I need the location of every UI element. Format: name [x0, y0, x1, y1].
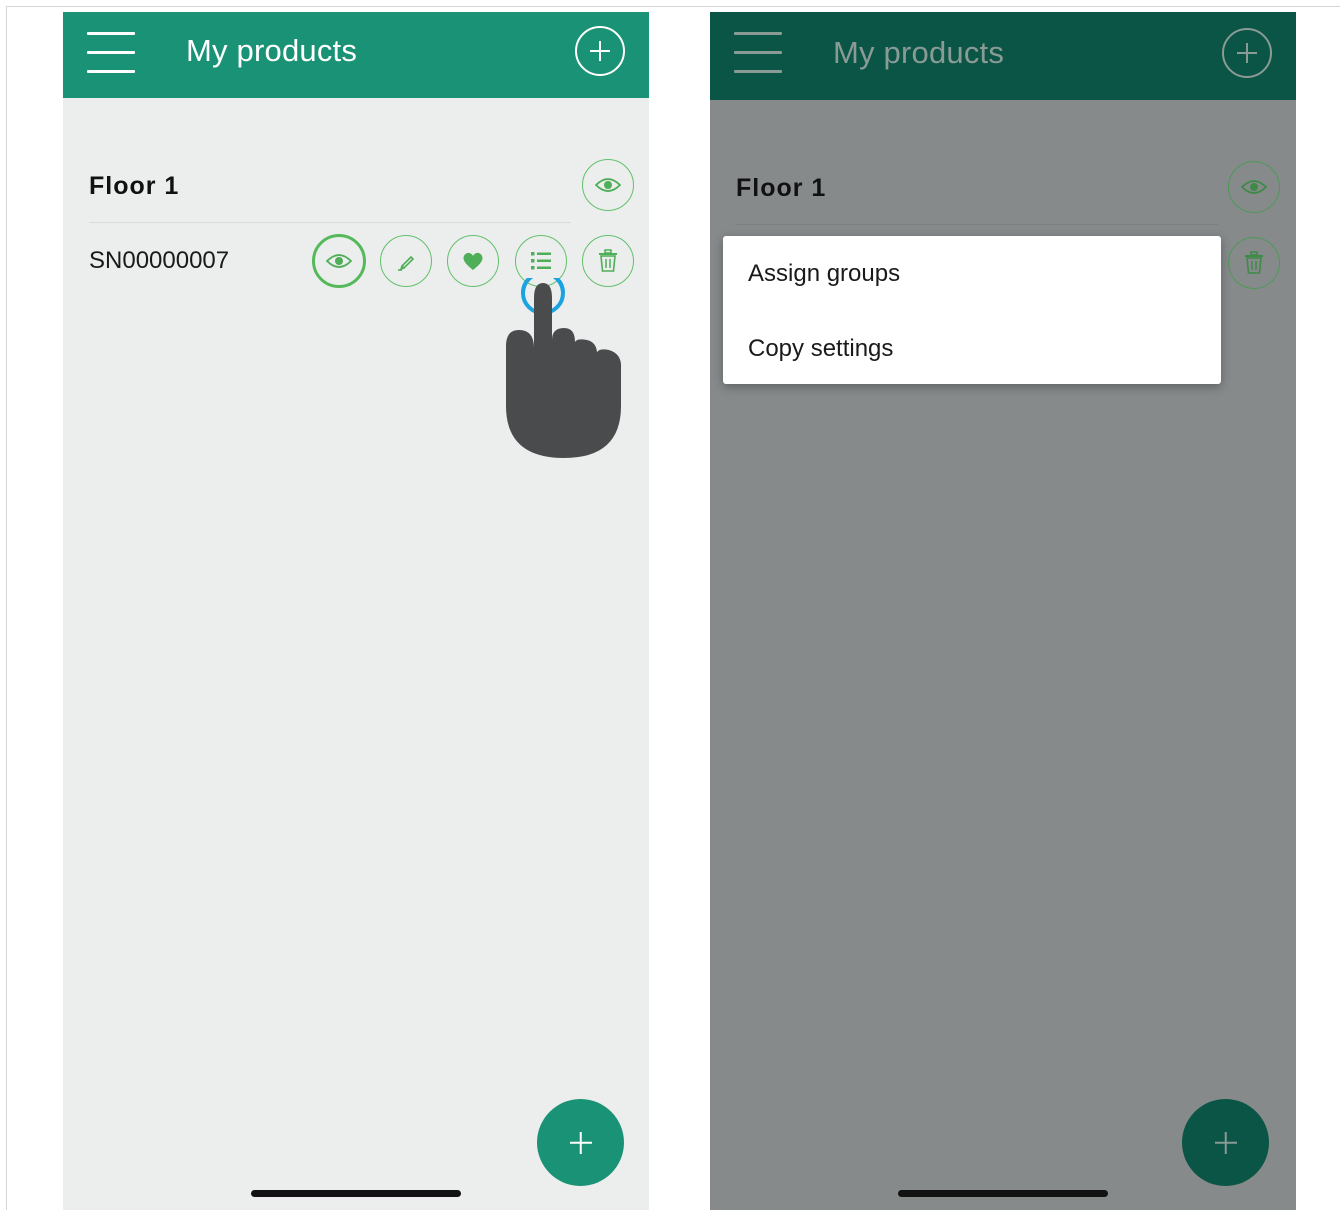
- group-name: Floor 1: [736, 174, 827, 202]
- home-indicator: [251, 1190, 461, 1197]
- product-view-button[interactable]: [312, 234, 366, 288]
- eye-icon: [1241, 180, 1267, 194]
- menu-item-copy-settings[interactable]: Copy settings: [748, 335, 893, 363]
- add-product-button[interactable]: [575, 26, 625, 76]
- trash-icon: [599, 249, 617, 272]
- page-title: My products: [833, 35, 1005, 70]
- page-title: My products: [186, 33, 358, 68]
- trash-icon: [1245, 251, 1263, 274]
- divider: [736, 224, 1218, 225]
- floating-add-button[interactable]: [1182, 1099, 1269, 1186]
- tap-hand-icon: [506, 278, 622, 458]
- group-name: Floor 1: [89, 172, 180, 200]
- group-view-button[interactable]: [582, 159, 634, 211]
- eye-icon: [326, 254, 352, 268]
- hamburger-menu-icon[interactable]: [734, 32, 782, 76]
- menu-item-assign-groups[interactable]: Assign groups: [748, 260, 900, 288]
- phone-screen-after: My products Floor 1 Assign groups Copy s…: [710, 12, 1296, 1210]
- favorite-button[interactable]: [447, 235, 499, 287]
- hamburger-menu-icon[interactable]: [87, 32, 135, 76]
- divider: [89, 222, 571, 223]
- phone-screen-before: My products Floor 1 SN00000007: [63, 12, 649, 1210]
- app-header: My products: [63, 12, 649, 98]
- delete-button[interactable]: [1228, 237, 1280, 289]
- add-product-button[interactable]: [1222, 28, 1272, 78]
- list-icon: [531, 252, 551, 270]
- edit-button[interactable]: [380, 235, 432, 287]
- floating-add-button[interactable]: [537, 1099, 624, 1186]
- product-serial: SN00000007: [89, 247, 230, 274]
- home-indicator: [898, 1190, 1108, 1197]
- group-view-button[interactable]: [1228, 161, 1280, 213]
- pencil-icon: [398, 255, 415, 271]
- heart-icon: [463, 252, 483, 270]
- options-popup-menu: Assign groups Copy settings: [723, 236, 1221, 384]
- eye-icon: [595, 178, 621, 192]
- app-header: My products: [710, 12, 1296, 100]
